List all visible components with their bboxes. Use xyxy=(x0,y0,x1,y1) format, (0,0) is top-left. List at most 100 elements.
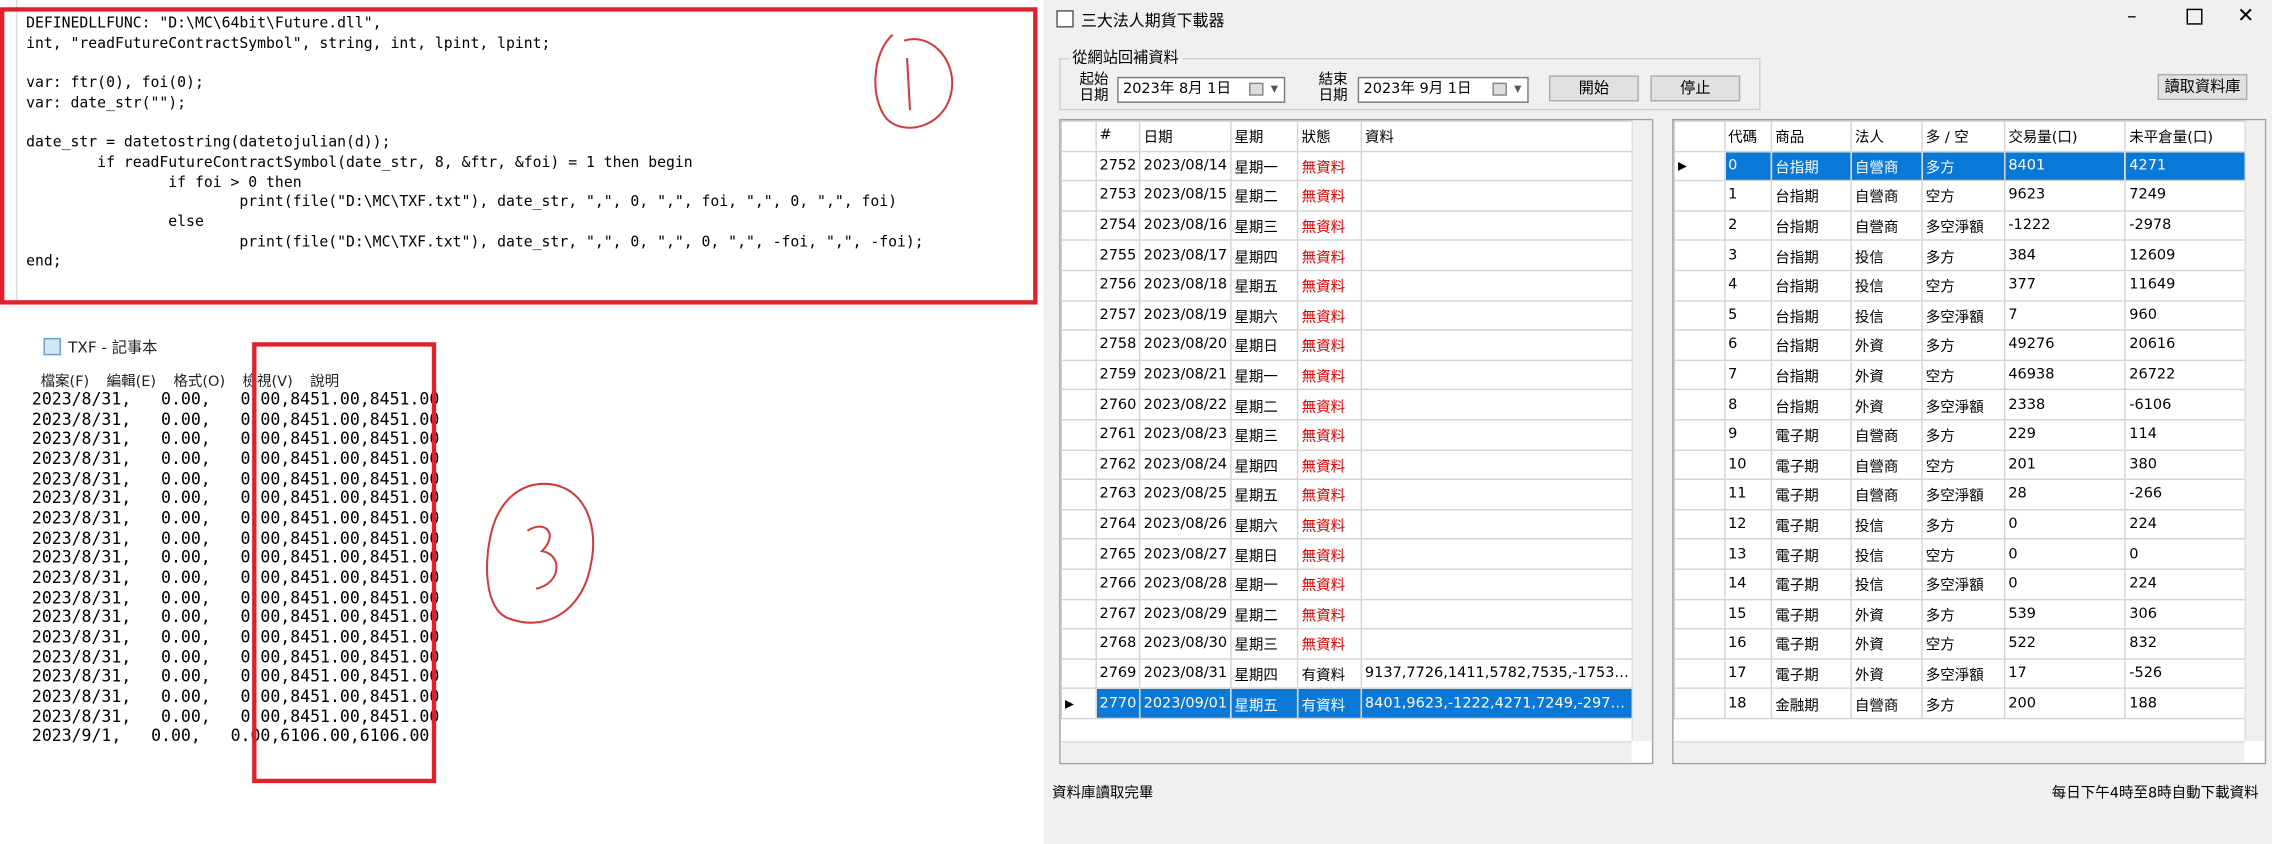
row-header[interactable] xyxy=(1673,478,1726,511)
row-header[interactable] xyxy=(1060,389,1097,421)
table-row[interactable]: 2764 2023/08/26 星期六 無資料 xyxy=(1060,508,1635,540)
notepad-menu-item[interactable]: 格式(O) xyxy=(173,368,225,390)
institution-grid-header[interactable]: 交易量(口) xyxy=(2003,120,2127,152)
table-row[interactable]: 2757 2023/08/19 星期六 無資料 xyxy=(1060,299,1635,331)
close-icon[interactable]: ✕ xyxy=(2237,4,2254,27)
row-header[interactable] xyxy=(1673,568,1726,600)
row-header[interactable] xyxy=(1673,508,1726,540)
institution-grid-header[interactable]: 多 / 空 xyxy=(1921,120,2006,152)
table-row[interactable]: 2763 2023/08/25 星期五 無資料 xyxy=(1060,478,1635,511)
table-row[interactable]: 2756 2023/08/18 星期五 無資料 xyxy=(1060,269,1635,301)
row-header[interactable] xyxy=(1060,269,1097,301)
institution-grid-header[interactable]: 代碼 xyxy=(1723,120,1773,152)
row-header[interactable] xyxy=(1060,657,1097,690)
institution-grid-header[interactable]: 商品 xyxy=(1770,120,1853,152)
row-header[interactable] xyxy=(1673,598,1726,630)
table-row[interactable]: 2767 2023/08/29 星期二 無資料 xyxy=(1060,598,1635,630)
read-database-button[interactable]: 讀取資料庫 xyxy=(2157,73,2248,101)
row-header[interactable] xyxy=(1060,628,1097,660)
row-header[interactable] xyxy=(1060,239,1097,272)
institution-grid-vscrollbar[interactable] xyxy=(2244,120,2265,742)
institution-grid-header[interactable]: 未平倉量(口) xyxy=(2124,120,2248,152)
row-header[interactable]: ▶ xyxy=(1060,687,1097,720)
date-grid[interactable]: # 日期 星期 狀態 資料 2752 2023/08/14 星期一 無資料 2753 2023/08… xyxy=(1059,118,1654,765)
table-row[interactable]: 2752 2023/08/14 星期一 無資料 xyxy=(1060,150,1635,182)
table-row[interactable]: 8 台指期 外資 多空淨額 2338 -6106 xyxy=(1673,389,2248,421)
row-header[interactable] xyxy=(1673,329,1726,361)
row-header[interactable] xyxy=(1060,598,1097,630)
table-row[interactable]: 2758 2023/08/20 星期日 無資料 xyxy=(1060,329,1635,361)
row-header[interactable] xyxy=(1673,180,1726,212)
table-row[interactable]: 2769 2023/08/31 星期四 有資料 9137,7726,1411,5782,… xyxy=(1060,657,1635,690)
stop-button[interactable]: 停止 xyxy=(1650,75,1741,102)
row-header[interactable] xyxy=(1673,419,1726,451)
row-header[interactable] xyxy=(1673,448,1726,481)
date-grid-vscrollbar[interactable] xyxy=(1631,120,1652,742)
end-date-picker[interactable]: 2023年 9月 1日 ▾ xyxy=(1357,76,1529,103)
table-row[interactable]: 1 台指期 自營商 空方 9623 7249 xyxy=(1673,180,2248,212)
notepad-menu-item[interactable]: 檔案(F) xyxy=(41,368,90,390)
table-row[interactable]: 9 電子期 自營商 多方 229 114 xyxy=(1673,419,2248,451)
table-row[interactable]: 2768 2023/08/30 星期三 無資料 xyxy=(1060,628,1635,660)
row-header[interactable] xyxy=(1673,657,1726,690)
table-row[interactable]: 2 台指期 自營商 多空淨額 -1222 -2978 xyxy=(1673,209,2248,242)
row-header[interactable] xyxy=(1673,538,1726,570)
table-row[interactable]: 2761 2023/08/23 星期三 無資料 xyxy=(1060,419,1635,451)
date-grid-header[interactable]: 狀態 xyxy=(1297,120,1363,152)
notepad-menu-item[interactable]: 編輯(E) xyxy=(107,368,156,390)
row-header[interactable] xyxy=(1060,180,1097,212)
institution-grid[interactable]: 代碼 商品 法人多 / 空交易量(口) 未平倉量(口) ▶ 0 台指期 自營商 多方 8401 42… xyxy=(1672,118,2267,765)
table-row[interactable]: 2765 2023/08/27 星期日 無資料 xyxy=(1060,538,1635,570)
row-header[interactable]: ▶ xyxy=(1673,150,1726,182)
date-grid-header[interactable]: # xyxy=(1095,120,1141,152)
table-row[interactable]: 2762 2023/08/24 星期四 無資料 xyxy=(1060,448,1635,481)
table-row[interactable]: 15 電子期 外資 多方 539 306 xyxy=(1673,598,2248,630)
table-row[interactable]: 2766 2023/08/28 星期一 無資料 xyxy=(1060,568,1635,600)
row-header[interactable] xyxy=(1673,628,1726,660)
table-row[interactable]: 2759 2023/08/21 星期一 無資料 xyxy=(1060,359,1635,391)
start-button[interactable]: 開始 xyxy=(1548,75,1639,102)
date-grid-header[interactable]: 星期 xyxy=(1230,120,1299,152)
row-header[interactable] xyxy=(1060,150,1097,182)
institution-grid-header[interactable]: 法人 xyxy=(1850,120,1923,152)
row-header[interactable] xyxy=(1673,269,1726,301)
table-row[interactable]: 2754 2023/08/16 星期三 無資料 xyxy=(1060,209,1635,242)
row-header[interactable] xyxy=(1060,419,1097,451)
table-row[interactable]: 14 電子期 投信 多空淨額 0 224 xyxy=(1673,568,2248,600)
table-row[interactable]: 10 電子期 自營商 空方 201 380 xyxy=(1673,448,2248,481)
table-row[interactable]: 3 台指期 投信 多方 384 12609 xyxy=(1673,239,2248,272)
minimize-icon[interactable]: – xyxy=(2127,6,2136,28)
date-grid-header[interactable]: 資料 xyxy=(1360,120,1635,152)
table-row[interactable]: 16 電子期 外資 空方 522 832 xyxy=(1673,628,2248,660)
row-header[interactable] xyxy=(1060,359,1097,391)
table-row[interactable]: 13 電子期 投信 空方 0 0 xyxy=(1673,538,2248,570)
row-header[interactable] xyxy=(1673,687,1726,720)
table-row[interactable]: 6 台指期 外資 多方 49276 20616 xyxy=(1673,329,2248,361)
row-header[interactable] xyxy=(1673,209,1726,242)
table-row[interactable]: 11 電子期 自營商 多空淨額 28 -266 xyxy=(1673,478,2248,511)
date-grid-header[interactable] xyxy=(1060,120,1097,152)
table-row[interactable]: 5 台指期 投信 多空淨額 7 960 xyxy=(1673,299,2248,331)
row-header[interactable] xyxy=(1060,329,1097,361)
table-row[interactable]: 18 金融期 自營商 多方 200 188 xyxy=(1673,687,2248,720)
row-header[interactable] xyxy=(1673,359,1726,391)
table-row[interactable]: 2755 2023/08/17 星期四 無資料 xyxy=(1060,239,1635,272)
institution-grid-header[interactable] xyxy=(1673,120,1726,152)
table-row[interactable]: ▶ 2770 2023/09/01 星期五 有資料 8401,9623,-1222,427… xyxy=(1060,687,1635,720)
row-header[interactable] xyxy=(1060,478,1097,511)
row-header[interactable] xyxy=(1060,538,1097,570)
row-header[interactable] xyxy=(1060,568,1097,600)
maximize-icon[interactable] xyxy=(2186,8,2203,25)
table-row[interactable]: 4 台指期 投信 空方 377 11649 xyxy=(1673,269,2248,301)
row-header[interactable] xyxy=(1060,209,1097,242)
table-row[interactable]: 17 電子期 外資 多空淨額 17 -526 xyxy=(1673,657,2248,690)
date-grid-header[interactable]: 日期 xyxy=(1139,120,1232,152)
row-header[interactable] xyxy=(1060,299,1097,331)
row-header[interactable] xyxy=(1673,299,1726,331)
row-header[interactable] xyxy=(1673,389,1726,421)
table-row[interactable]: ▶ 0 台指期 自營商 多方 8401 4271 xyxy=(1673,150,2248,182)
row-header[interactable] xyxy=(1060,448,1097,481)
row-header[interactable] xyxy=(1060,508,1097,540)
table-row[interactable]: 7 台指期 外資 空方 46938 26722 xyxy=(1673,359,2248,391)
row-header[interactable] xyxy=(1673,239,1726,272)
